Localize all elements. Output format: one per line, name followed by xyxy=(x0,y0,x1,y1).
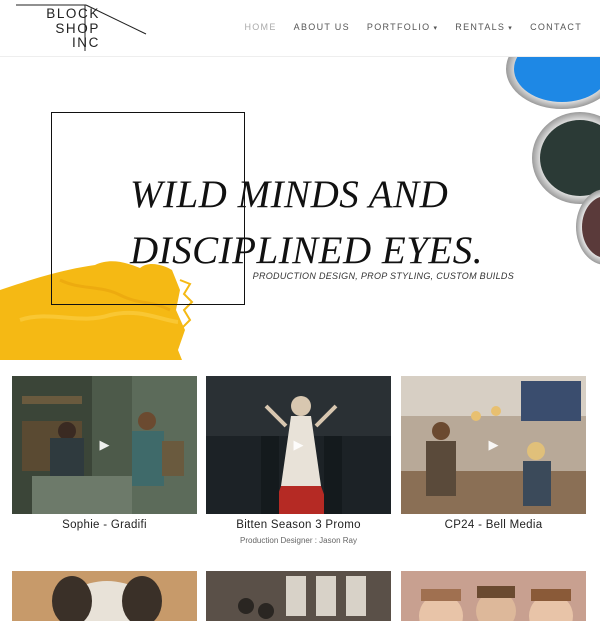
logo[interactable]: BLOCK SHOP INC xyxy=(16,4,148,52)
hero-headline: WILD MINDS AND DISCIPLINED EYES. xyxy=(130,167,483,279)
site-header: BLOCK SHOP INC HOME ABOUT US PORTFOLIO ▾ … xyxy=(0,0,600,57)
hero-headline-line-1: WILD MINDS AND xyxy=(130,173,449,216)
logo-line-3: INC xyxy=(71,35,100,50)
portfolio-card[interactable] xyxy=(206,571,391,621)
logo-line-2: SHOP xyxy=(55,20,100,36)
thumbnail-image xyxy=(12,571,197,621)
video-thumbnail[interactable] xyxy=(12,571,197,621)
thumbnail-image xyxy=(401,571,586,621)
play-icon[interactable]: ▶ xyxy=(489,437,499,453)
portfolio-card[interactable] xyxy=(401,571,586,621)
card-title[interactable]: CP24 - Bell Media xyxy=(401,519,586,531)
play-icon[interactable]: ▶ xyxy=(100,437,110,453)
portfolio-card[interactable]: ▶ Bitten Season 3 Promo Production Desig… xyxy=(206,376,391,545)
video-thumbnail[interactable] xyxy=(401,571,586,621)
portfolio-card[interactable]: ▶ Sophie - Gradifi xyxy=(12,376,197,531)
main-nav: HOME ABOUT US PORTFOLIO ▾ RENTALS ▾ CONTAC… xyxy=(244,22,582,32)
nav-rentals[interactable]: RENTALS ▾ xyxy=(455,22,513,32)
nav-portfolio[interactable]: PORTFOLIO ▾ xyxy=(367,22,438,32)
portfolio-card[interactable]: ▶ CP24 - Bell Media xyxy=(401,376,586,531)
nav-about-us-label: ABOUT US xyxy=(293,22,350,32)
card-title[interactable]: Bitten Season 3 Promo xyxy=(206,519,391,531)
video-thumbnail[interactable]: ▶ xyxy=(401,376,586,514)
paint-cans-image xyxy=(506,57,600,265)
video-thumbnail[interactable]: ▶ xyxy=(12,376,197,514)
hero-tagline: PRODUCTION DESIGN, PROP STYLING, CUSTOM … xyxy=(252,271,514,281)
portfolio-card[interactable] xyxy=(12,571,197,621)
video-thumbnail[interactable] xyxy=(206,571,391,621)
nav-home-label: HOME xyxy=(244,22,277,32)
hero-section: WILD MINDS AND DISCIPLINED EYES. PRODUCT… xyxy=(0,57,600,367)
nav-contact-label: CONTACT xyxy=(530,22,582,32)
video-thumbnail[interactable]: ▶ xyxy=(206,376,391,514)
chevron-down-icon: ▾ xyxy=(433,25,439,32)
card-title[interactable]: Sophie - Gradifi xyxy=(12,519,197,531)
nav-rentals-label: RENTALS xyxy=(455,22,506,32)
card-subtitle: Production Designer : Jason Ray xyxy=(240,536,357,545)
nav-portfolio-label: PORTFOLIO xyxy=(366,22,431,32)
nav-contact[interactable]: CONTACT xyxy=(530,22,582,32)
nav-home[interactable]: HOME xyxy=(244,22,276,32)
play-icon[interactable]: ▶ xyxy=(294,437,304,453)
chevron-down-icon: ▾ xyxy=(508,25,514,32)
logo-text: BLOCK SHOP INC xyxy=(34,6,100,51)
nav-about-us[interactable]: ABOUT US xyxy=(294,22,350,32)
logo-line-1: BLOCK xyxy=(46,6,100,21)
thumbnail-image xyxy=(206,571,391,621)
